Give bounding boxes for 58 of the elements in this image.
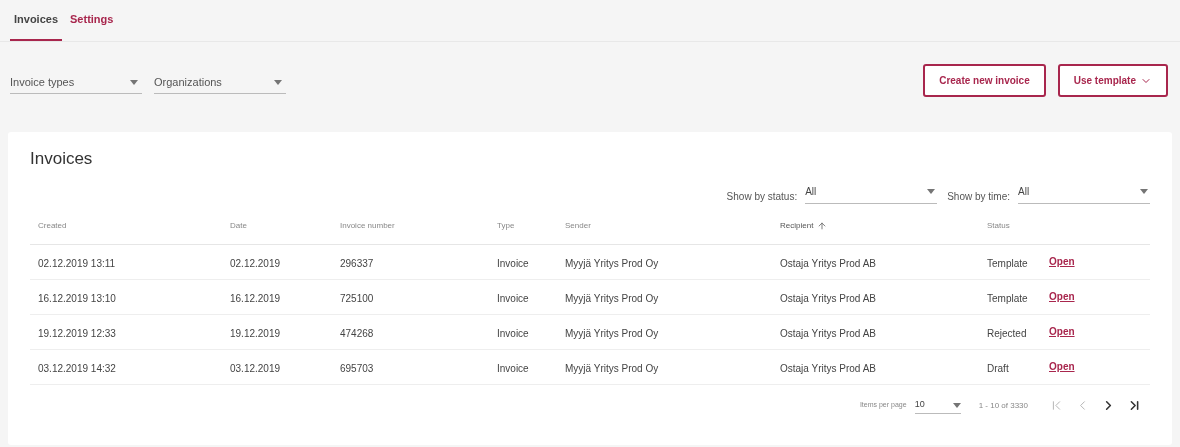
page-range: 1 - 10 of 3330	[978, 399, 1028, 412]
table-cell: Ostaja Yritys Prod AB	[780, 292, 876, 304]
column-header[interactable]: Invoice number	[340, 219, 395, 232]
filter-label: Show by time:	[947, 189, 1010, 204]
table-cell: Myyjä Yritys Prod Oy	[565, 257, 659, 269]
column-header[interactable]: Created	[38, 219, 67, 232]
table-cell: Invoice	[497, 327, 529, 339]
open-link[interactable]: Open	[1049, 324, 1075, 339]
table-cell: Rejected	[987, 327, 1027, 339]
open-link[interactable]: Open	[1049, 254, 1075, 269]
dropdown-caret-icon	[1140, 188, 1148, 194]
table-cell: 725100	[340, 292, 374, 304]
use-template-button[interactable]: Use template	[1057, 64, 1168, 97]
create-invoice-button[interactable]: Create new invoice	[923, 64, 1046, 97]
filter-dropdown[interactable]: All	[1018, 183, 1150, 204]
table-cell: Myyjä Yritys Prod Oy	[565, 292, 659, 304]
page-size-dropdown[interactable]: 10	[914, 397, 961, 414]
open-link[interactable]: Open	[1049, 359, 1075, 374]
column-header[interactable]: Date	[230, 219, 247, 232]
dropdown-caret-icon	[274, 80, 282, 85]
table-cell: 02.12.2019 13:11	[38, 257, 116, 269]
table-cell: Myyjä Yritys Prod Oy	[565, 327, 659, 339]
table-cell: Template	[987, 257, 1028, 269]
dropdown-caret-icon	[927, 188, 936, 194]
table-cell: Myyjä Yritys Prod Oy	[565, 362, 659, 374]
table-cell: 03.12.2019	[230, 362, 281, 374]
table-cell: Draft	[987, 362, 1009, 374]
table-cell: Invoice	[497, 362, 529, 374]
table-cell: 19.12.2019	[230, 327, 281, 339]
sort-arrow-icon	[817, 220, 828, 231]
filter-label: Show by status:	[726, 189, 798, 204]
table-cell: Ostaja Yritys Prod AB	[780, 327, 876, 339]
table-cell: 02.12.2019	[230, 257, 281, 269]
card-title: Invoices	[30, 148, 93, 170]
tab[interactable]: Invoices	[10, 0, 63, 41]
table-cell: 296337	[340, 257, 374, 269]
table-cell: Ostaja Yritys Prod AB	[780, 257, 876, 269]
table-cell: Ostaja Yritys Prod AB	[780, 362, 876, 374]
table-cell: 16.12.2019 13:10	[38, 292, 116, 304]
open-link[interactable]: Open	[1049, 289, 1075, 304]
filter-dropdown[interactable]: All	[805, 183, 938, 204]
filter-dropdown[interactable]: Invoice types	[10, 72, 142, 94]
table-cell: Template	[987, 292, 1028, 304]
filter-dropdown[interactable]: Organizations	[154, 72, 286, 94]
column-header[interactable]: Sender	[565, 219, 591, 232]
table-cell: 03.12.2019 14:32	[38, 362, 116, 374]
table-cell: 16.12.2019	[230, 292, 281, 304]
table-cell: Invoice	[497, 257, 529, 269]
tab[interactable]: Settings	[66, 0, 118, 41]
dropdown-caret-icon	[952, 402, 961, 408]
table-cell: 19.12.2019 12:33	[38, 327, 116, 339]
table-cell: Invoice	[497, 292, 529, 304]
dropdown-caret-icon	[130, 80, 138, 85]
column-header[interactable]: Type	[497, 219, 515, 232]
table-cell: 695703	[340, 362, 374, 374]
column-header[interactable]: Status	[987, 219, 1010, 232]
column-header[interactable]: Recipient	[780, 219, 814, 232]
table-cell: 474268	[340, 327, 374, 339]
